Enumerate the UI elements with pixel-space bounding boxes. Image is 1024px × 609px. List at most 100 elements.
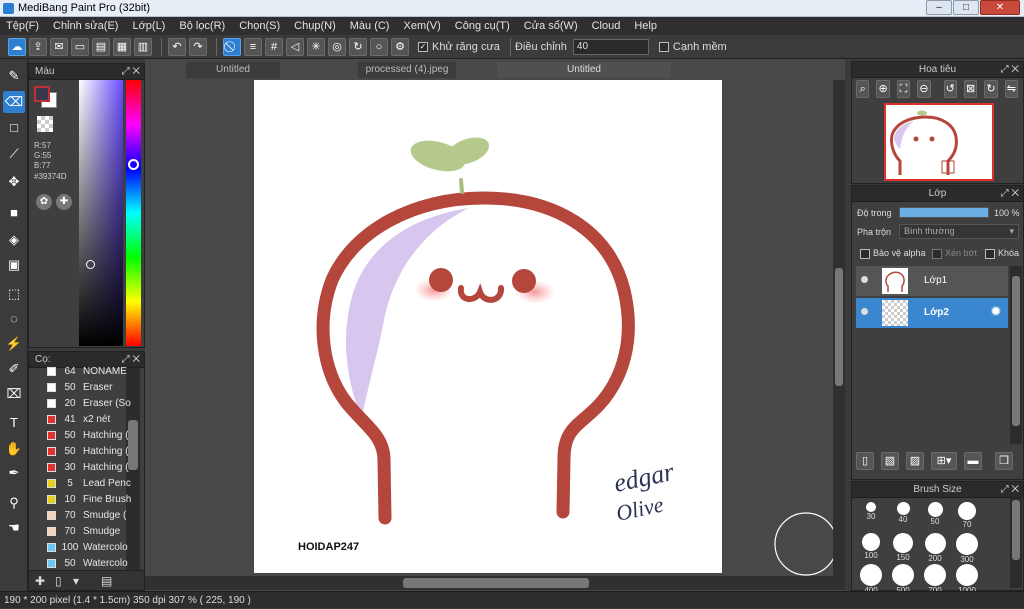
menu-layer[interactable]: Lớp(L): [132, 20, 165, 32]
close-button[interactable]: ✕: [980, 0, 1020, 15]
brush-size-option[interactable]: 70: [952, 502, 982, 529]
select-eraser-icon[interactable]: ⌧: [3, 383, 25, 405]
close-icon[interactable]: ⤢ ✕: [122, 64, 140, 80]
line-tool-icon[interactable]: ⟋: [3, 143, 25, 165]
rotate-right-icon[interactable]: ↻: [984, 80, 998, 98]
select-rect-icon[interactable]: ⬚: [3, 283, 25, 305]
navigator-preview[interactable]: [884, 103, 994, 181]
menu-color[interactable]: Màu (C): [350, 20, 390, 32]
palette-icon[interactable]: ✿: [36, 194, 52, 210]
brush-list-item[interactable]: 100 Watercolo: [43, 540, 144, 556]
radial-line-icon[interactable]: ✳: [307, 37, 325, 56]
lock-checkbox[interactable]: [985, 249, 995, 259]
new-layer-icon[interactable]: ▯: [856, 452, 874, 470]
hue-handle[interactable]: [128, 159, 139, 170]
minimize-button[interactable]: –: [926, 0, 952, 15]
text-tool-icon[interactable]: T: [3, 412, 25, 434]
menu-edit[interactable]: Chỉnh sửa(E): [53, 20, 118, 32]
menu-view[interactable]: Xem(V): [403, 20, 440, 32]
rotate-left-icon[interactable]: ↺: [943, 80, 957, 98]
concentric-icon[interactable]: ◎: [328, 37, 346, 56]
menu-file[interactable]: Tệp(F): [6, 20, 39, 32]
tab-processed[interactable]: processed (4).jpeg: [358, 62, 456, 78]
menu-select[interactable]: Chọn(S): [239, 20, 280, 32]
page-icon[interactable]: ▦: [113, 37, 131, 56]
clipping-checkbox[interactable]: [932, 249, 942, 259]
brush-list-item[interactable]: 30 Hatching (: [43, 460, 144, 476]
curve-snap-icon[interactable]: ↻: [349, 37, 367, 56]
brush-menu-icon[interactable]: ▾: [73, 574, 79, 588]
menu-cloud[interactable]: Cloud: [592, 20, 621, 32]
menu-help[interactable]: Help: [634, 20, 657, 32]
brush-list-item[interactable]: 5 Lead Penc: [43, 476, 144, 492]
cloud-icon[interactable]: ☁: [8, 37, 26, 56]
brush-list-item[interactable]: 20 Eraser (So: [43, 396, 144, 412]
edge-checkbox[interactable]: [658, 41, 669, 52]
hand-tool-icon[interactable]: ☚: [3, 517, 25, 539]
new-brush-icon[interactable]: ▯: [55, 574, 62, 588]
brush-list-item[interactable]: 70 Smudge (: [43, 508, 144, 524]
antialias-checkbox[interactable]: ✓: [418, 41, 428, 52]
canvas-paper[interactable]: HOIDAP247 edgar Olive: [254, 80, 722, 573]
brush-size-option[interactable]: 50: [920, 502, 950, 526]
add-layer-menu-icon[interactable]: ⊞▾: [931, 452, 957, 470]
eye-icon[interactable]: [861, 276, 868, 283]
brush-size-option[interactable]: 150: [888, 533, 918, 562]
new-1bit-layer-icon[interactable]: ▨: [906, 452, 924, 470]
redo-icon[interactable]: ↷: [189, 37, 207, 56]
operation-tool-icon[interactable]: ✋: [3, 438, 25, 460]
brush-settings-icon[interactable]: ▤: [101, 574, 112, 588]
menu-tools[interactable]: Công cụ(T): [455, 20, 510, 32]
vertical-scrollbar-thumb[interactable]: [835, 268, 843, 386]
grid-snap-icon[interactable]: #: [265, 37, 283, 56]
undo-icon[interactable]: ↶: [168, 37, 186, 56]
blend-mode-select[interactable]: Bình thường ▾: [899, 224, 1019, 239]
snap-off-icon[interactable]: ⃠: [223, 37, 241, 56]
close-icon[interactable]: ⤢ ✕: [1001, 482, 1019, 498]
move-tool-icon[interactable]: ✥: [3, 171, 25, 193]
snap-settings-icon[interactable]: ⚙: [391, 37, 409, 56]
layer-item-2[interactable]: Lớp2 ✹: [856, 298, 1008, 328]
tab-untitled-2[interactable]: Untitled: [497, 62, 671, 78]
canvas-horizontal-scrollbar[interactable]: [145, 576, 845, 590]
brush-size-option[interactable]: 200: [920, 533, 950, 563]
menu-window[interactable]: Cửa sổ(W): [524, 20, 578, 32]
menu-filter[interactable]: Bộ lọc(R): [179, 20, 225, 32]
saturation-value-picker[interactable]: [79, 80, 123, 346]
message-icon[interactable]: ▭: [71, 37, 89, 56]
brush-size-option[interactable]: 300: [952, 533, 982, 564]
brush-list-item[interactable]: 64 NONAME: [43, 364, 144, 380]
layer-item-1[interactable]: Lớp1: [856, 266, 1008, 296]
lasso-icon[interactable]: ◌: [3, 308, 25, 330]
brush-size-scrollbar[interactable]: [1010, 498, 1022, 588]
select-pen-icon[interactable]: ✐: [3, 358, 25, 380]
fit-window-icon[interactable]: ⛶: [896, 80, 911, 98]
brush-tool-icon[interactable]: ✎: [3, 65, 25, 87]
fill-rect-tool-icon[interactable]: ■: [3, 202, 25, 224]
new-halftone-layer-icon[interactable]: ▧: [881, 452, 899, 470]
transparent-color-swatch[interactable]: [37, 116, 53, 132]
brush-list-item[interactable]: 50 Hatching (: [43, 444, 144, 460]
gear-icon[interactable]: ✹: [990, 303, 1002, 320]
opacity-slider[interactable]: [899, 207, 989, 218]
eye-icon[interactable]: [861, 308, 868, 315]
zoom-out-icon[interactable]: ⊖: [917, 80, 931, 98]
brush-list-item[interactable]: 70 Smudge: [43, 524, 144, 540]
canvas-vertical-scrollbar[interactable]: [833, 80, 845, 576]
brush-size-option[interactable]: 100: [856, 533, 886, 560]
ellipse-snap-icon[interactable]: ○: [370, 37, 388, 56]
document-icon[interactable]: ▤: [92, 37, 110, 56]
protect-alpha-checkbox[interactable]: [860, 249, 870, 259]
hue-slider[interactable]: [126, 80, 141, 346]
dropper-tool-icon[interactable]: ⚲: [3, 492, 25, 514]
magic-wand-icon[interactable]: ⚡: [3, 333, 25, 355]
maximize-button[interactable]: □: [953, 0, 979, 15]
horizontal-scrollbar-thumb[interactable]: [403, 578, 589, 588]
tab-untitled-1[interactable]: Untitled: [186, 62, 280, 78]
brush-list-item[interactable]: 50 Eraser: [43, 380, 144, 396]
eyedropper-icon[interactable]: ✒: [3, 462, 25, 484]
bucket-tool-icon[interactable]: ◈: [3, 229, 25, 251]
brush-size-option[interactable]: 40: [888, 502, 918, 524]
radial-snap-icon[interactable]: ◁: [286, 37, 304, 56]
duplicate-layer-icon[interactable]: ❐: [995, 452, 1013, 470]
